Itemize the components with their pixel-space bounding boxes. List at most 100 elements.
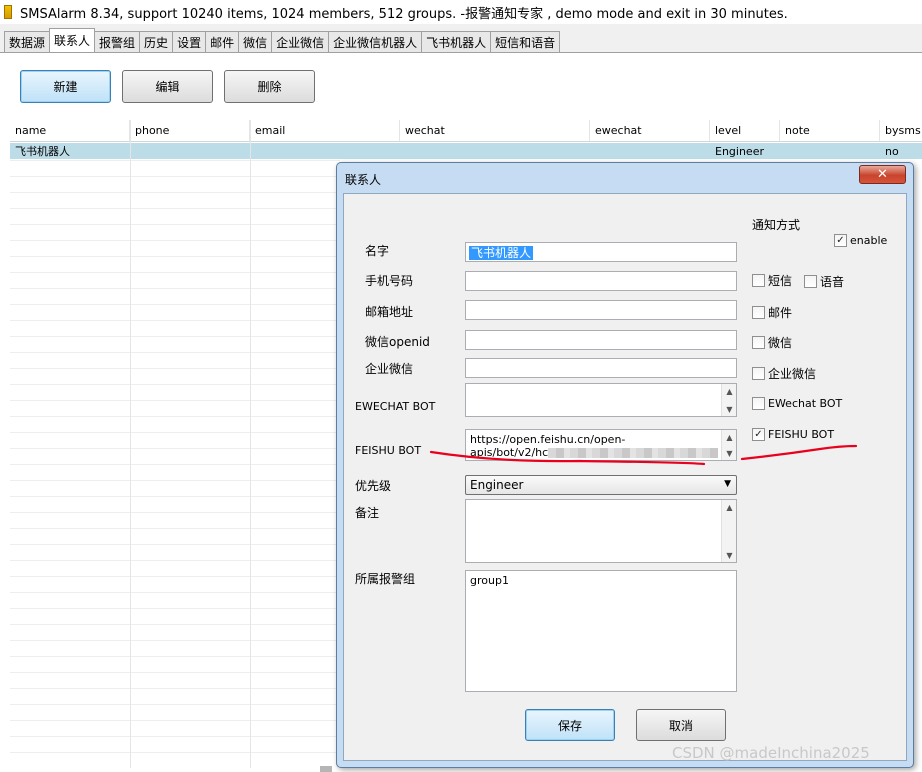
mail-label: 邮件 <box>768 306 793 320</box>
checkbox-box <box>752 397 765 410</box>
ewechat-bot-textarea[interactable]: ▲ ▼ <box>465 383 737 417</box>
dialog-title: 联系人 <box>345 173 382 187</box>
feishu-bot-checkbox[interactable]: ✓ FEISHU BOT <box>752 428 834 441</box>
feishu-bot-check-label: FEISHU BOT <box>768 428 835 441</box>
voice-label: 语音 <box>820 275 845 289</box>
tab-feishu-bot[interactable]: 飞书机器人 <box>421 31 492 52</box>
column-header-bysms[interactable]: bysms <box>880 120 922 141</box>
scroll-up-icon[interactable]: ▲ <box>722 384 736 398</box>
new-button[interactable]: 新建 <box>20 70 111 103</box>
close-button[interactable]: ✕ <box>859 165 906 184</box>
wechat-checkbox[interactable]: 微信 <box>752 334 792 351</box>
label-name: 名字 <box>365 244 390 258</box>
enterprise-wechat-checkbox[interactable]: 企业微信 <box>752 365 816 382</box>
column-header-name[interactable]: name <box>10 120 130 141</box>
checkbox-box <box>752 306 765 319</box>
name-value: 飞书机器人 <box>469 246 534 260</box>
alarm-groups-list[interactable]: group1 <box>465 570 737 692</box>
sms-checkbox[interactable]: 短信 <box>752 272 792 289</box>
sms-label: 短信 <box>768 274 793 288</box>
cell-email <box>250 143 400 159</box>
group-item[interactable]: group1 <box>470 574 509 587</box>
watermark: CSDN @madeInchina2025 <box>672 744 870 762</box>
feishu-bot-textarea[interactable]: https://open.feishu.cn/open- apis/bot/v2… <box>465 429 737 461</box>
tab-datasource[interactable]: 数据源 <box>4 31 51 52</box>
checkbox-box <box>752 367 765 380</box>
phone-field[interactable] <box>465 271 737 291</box>
tab-sms-voice[interactable]: 短信和语音 <box>490 31 561 52</box>
edit-button[interactable]: 编辑 <box>122 70 213 103</box>
label-email: 邮箱地址 <box>365 305 414 319</box>
cell-name: 飞书机器人 <box>15 145 70 158</box>
grid-divider <box>130 120 131 768</box>
tab-mail[interactable]: 邮件 <box>205 31 240 52</box>
label-enterprise-wechat: 企业微信 <box>365 362 414 376</box>
delete-button[interactable]: 删除 <box>224 70 315 103</box>
scroll-up-icon[interactable]: ▲ <box>722 500 736 514</box>
voice-checkbox[interactable]: 语音 <box>804 273 844 290</box>
label-wechat-openid: 微信openid <box>365 335 430 349</box>
enterprise-wechat-label: 企业微信 <box>768 367 817 381</box>
label-ewechat-bot: EWECHAT BOT <box>355 400 436 413</box>
label-note: 备注 <box>355 506 380 520</box>
label-phone: 手机号码 <box>365 274 414 288</box>
note-textarea[interactable]: ▲ ▼ <box>465 499 737 563</box>
feishu-bot-value-line2: apis/bot/v2/hc <box>470 446 549 459</box>
enable-checkbox[interactable]: ✓ enable <box>834 234 887 247</box>
enable-label: enable <box>850 234 888 247</box>
contact-dialog: 联系人 ✕ 名字 手机号码 邮箱地址 微信openid 企业微信 EWECHAT… <box>336 162 914 768</box>
checkbox-box <box>804 275 817 288</box>
check-icon: ✓ <box>834 234 847 247</box>
priority-select[interactable]: Engineer ▼ <box>465 475 737 495</box>
horizontal-scrollbar[interactable] <box>320 766 332 772</box>
grid-divider <box>250 120 251 768</box>
tab-enterprise-wechat[interactable]: 企业微信 <box>271 31 330 52</box>
tab-alarm-groups[interactable]: 报警组 <box>94 31 141 52</box>
tab-strip: 数据源 联系人 报警组 历史 设置 邮件 微信 企业微信 企业微信机器人 飞书机… <box>4 28 561 52</box>
feishu-bot-value-line1: https://open.feishu.cn/open- <box>470 433 626 446</box>
column-header-email[interactable]: email <box>250 120 400 141</box>
email-field[interactable] <box>465 300 737 320</box>
save-button[interactable]: 保存 <box>525 709 615 741</box>
cell-note <box>780 143 880 159</box>
scrollbar[interactable]: ▲ ▼ <box>721 384 736 416</box>
tab-enterprise-wechat-bot[interactable]: 企业微信机器人 <box>328 31 423 52</box>
wechat-openid-field[interactable] <box>465 330 737 350</box>
label-alarm-groups: 所属报警组 <box>355 572 416 586</box>
tab-settings[interactable]: 设置 <box>172 31 207 52</box>
cell-wechat <box>400 143 590 159</box>
scroll-down-icon[interactable]: ▼ <box>722 402 736 416</box>
enterprise-wechat-field[interactable] <box>465 358 737 378</box>
scroll-down-icon[interactable]: ▼ <box>722 446 736 460</box>
mail-checkbox[interactable]: 邮件 <box>752 304 792 321</box>
cell-ewechat <box>590 143 710 159</box>
grid-empty-rows <box>10 160 340 768</box>
label-priority: 优先级 <box>355 479 392 493</box>
tab-contacts[interactable]: 联系人 <box>49 28 96 52</box>
check-icon: ✓ <box>752 428 765 441</box>
title-bar: SMSAlarm 8.34, support 10240 items, 1024… <box>0 0 922 24</box>
redacted-token <box>548 448 719 458</box>
notify-heading: 通知方式 <box>752 218 801 232</box>
dropdown-arrow-icon: ▼ <box>724 479 731 489</box>
scroll-down-icon[interactable]: ▼ <box>722 548 736 562</box>
column-header-note[interactable]: note <box>780 120 880 141</box>
column-header-ewechat[interactable]: ewechat <box>590 120 710 141</box>
column-header-wechat[interactable]: wechat <box>400 120 590 141</box>
scrollbar[interactable]: ▲ ▼ <box>721 500 736 562</box>
grid-header: name phone email wechat ewechat level no… <box>10 120 922 142</box>
name-field[interactable]: 飞书机器人 <box>465 242 737 262</box>
tab-wechat[interactable]: 微信 <box>238 31 273 52</box>
cell-bysms: no <box>885 144 899 158</box>
label-feishu-bot: FEISHU BOT <box>355 444 422 457</box>
scrollbar[interactable]: ▲ ▼ <box>721 430 736 460</box>
column-header-phone[interactable]: phone <box>130 120 250 141</box>
tab-history[interactable]: 历史 <box>139 31 174 52</box>
ewechat-bot-checkbox[interactable]: EWechat BOT <box>752 397 842 410</box>
checkbox-box <box>752 274 765 287</box>
table-row[interactable]: 飞书机器人 Engineer no <box>10 143 922 159</box>
scroll-up-icon[interactable]: ▲ <box>722 430 736 444</box>
column-header-level[interactable]: level <box>710 120 780 141</box>
ewechat-bot-check-label: EWechat BOT <box>768 397 843 410</box>
cancel-button[interactable]: 取消 <box>636 709 726 741</box>
